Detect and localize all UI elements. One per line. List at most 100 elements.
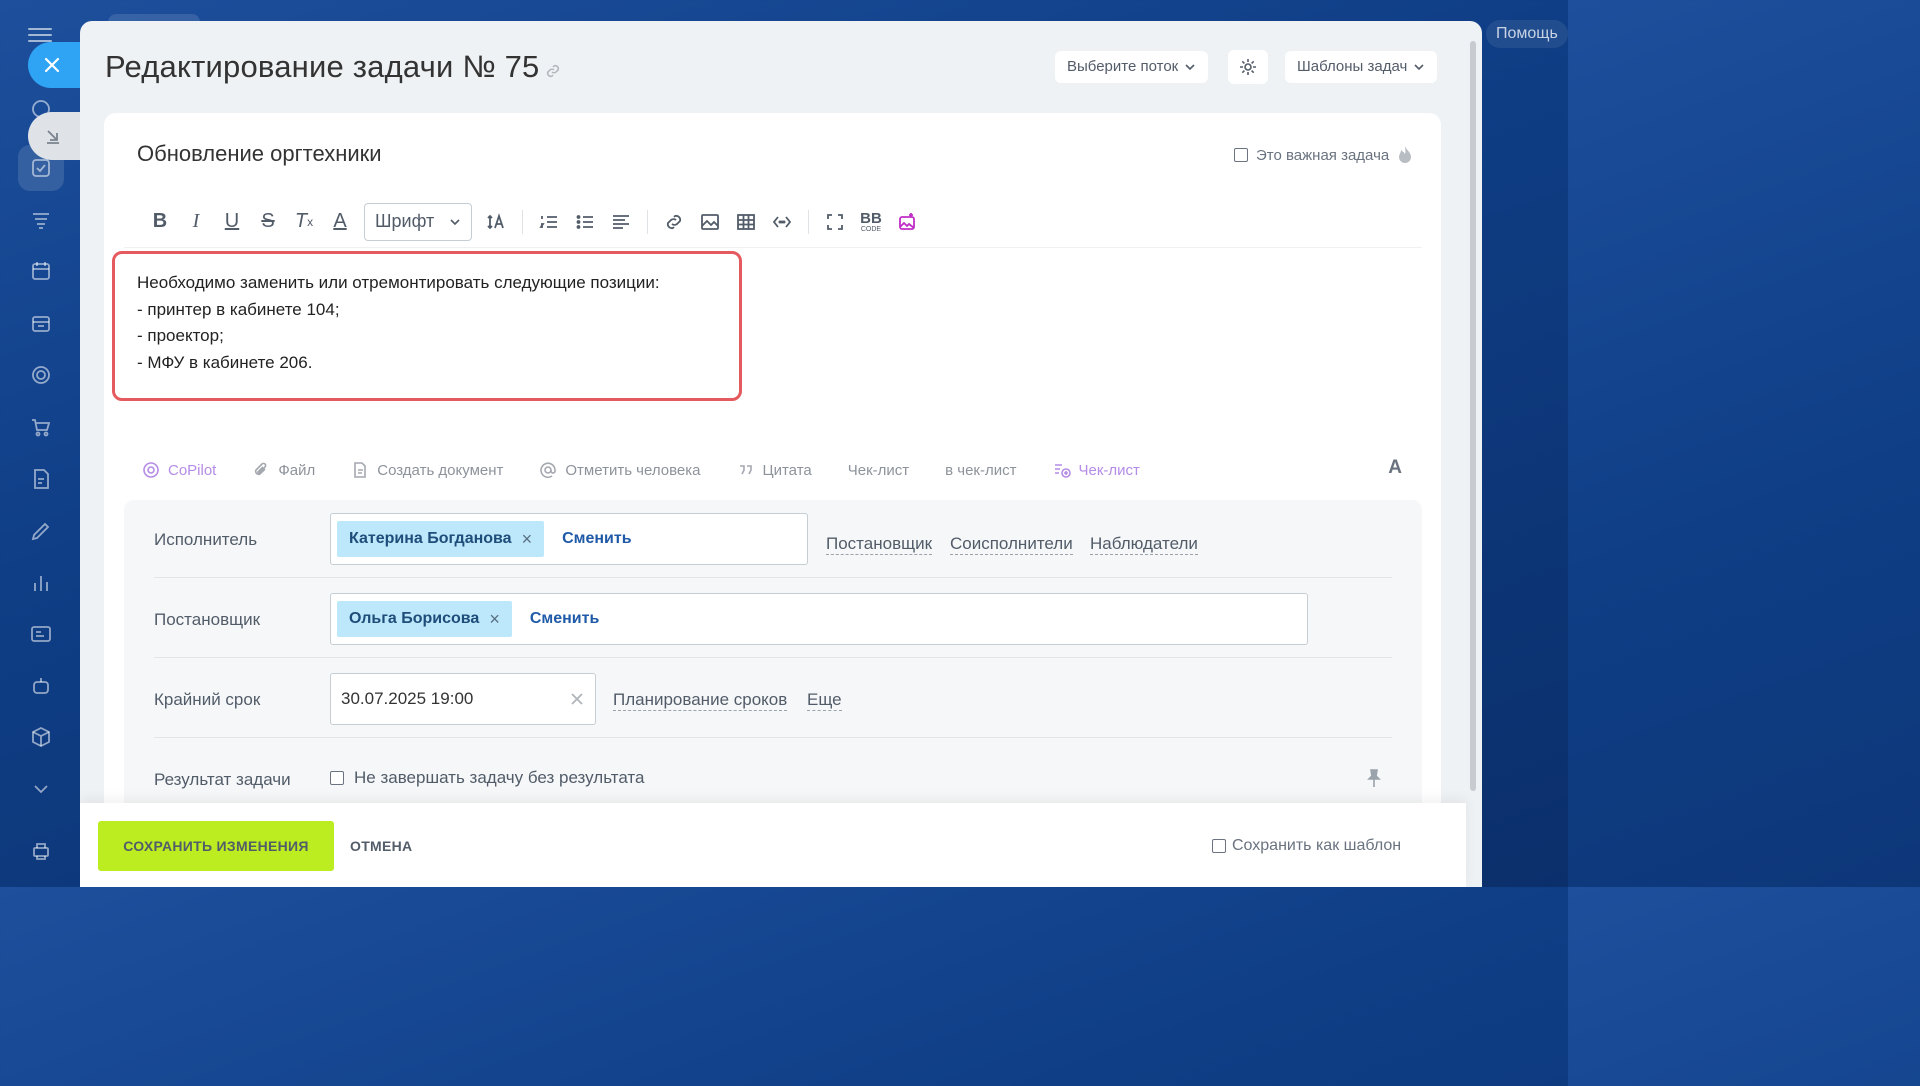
- footer-bar: СОХРАНИТЬ ИЗМЕНЕНИЯ ОТМЕНА Сохранить как…: [80, 803, 1466, 887]
- text-format-toggle[interactable]: A: [1388, 457, 1402, 479]
- chevron-down-icon: [1414, 64, 1424, 71]
- help-link[interactable]: Помощь: [1486, 20, 1568, 48]
- important-label: Это важная задача: [1256, 146, 1390, 164]
- file-label: Файл: [278, 461, 316, 479]
- change-assignee-link[interactable]: Сменить: [562, 530, 631, 548]
- quote-button[interactable]: Цитата: [737, 461, 812, 479]
- chevron-down-icon: [1185, 64, 1195, 71]
- font-size-icon[interactable]: [478, 204, 514, 240]
- font-select-label: Шрифт: [375, 211, 435, 231]
- flow-select[interactable]: Выберите поток: [1055, 51, 1209, 83]
- task-description-editor[interactable]: Необходимо заменить или отремонтировать …: [112, 251, 742, 401]
- creator-label: Постановщик: [154, 610, 261, 629]
- contact-card-icon[interactable]: [28, 621, 54, 647]
- description-line: Необходимо заменить или отремонтировать …: [137, 273, 660, 292]
- save-changes-button[interactable]: СОХРАНИТЬ ИЗМЕНЕНИЯ: [98, 821, 334, 871]
- box-icon[interactable]: [28, 724, 54, 750]
- editor-actions-bar: CoPilot Файл Создать документ Отметить ч…: [142, 455, 1402, 485]
- align-icon[interactable]: [603, 204, 639, 240]
- editor-toolbar: B I U S Tx A Шрифт BB CODE: [124, 196, 1422, 248]
- cart-icon[interactable]: [28, 414, 54, 440]
- analytics-icon[interactable]: [28, 570, 54, 596]
- italic-icon[interactable]: I: [178, 204, 214, 240]
- underline-icon[interactable]: U: [214, 204, 250, 240]
- scrollbar[interactable]: [1470, 41, 1476, 791]
- calendar-icon[interactable]: [28, 258, 54, 284]
- important-task-toggle[interactable]: Это важная задача: [1234, 145, 1413, 165]
- cancel-button[interactable]: ОТМЕНА: [350, 821, 412, 871]
- hamburger-menu-icon[interactable]: [28, 24, 52, 44]
- text-color-icon[interactable]: A: [322, 204, 358, 240]
- document-edit-icon[interactable]: [28, 466, 54, 492]
- change-creator-link[interactable]: Сменить: [530, 610, 599, 628]
- checklist-label: Чек-лист: [847, 461, 910, 479]
- add-creator-link[interactable]: Постановщик: [826, 534, 933, 555]
- pen-icon[interactable]: [28, 518, 54, 544]
- target-icon[interactable]: [28, 362, 54, 388]
- close-slider-button[interactable]: [28, 42, 88, 88]
- link-icon[interactable]: [545, 63, 561, 79]
- fullscreen-icon[interactable]: [817, 204, 853, 240]
- clear-date-icon[interactable]: [571, 693, 583, 705]
- to-checklist-label: в чек-лист: [945, 461, 1017, 479]
- attach-file-button[interactable]: Файл: [252, 461, 315, 479]
- create-document-button[interactable]: Создать документ: [351, 461, 503, 479]
- description-line: - принтер в кабинете 104;: [137, 299, 340, 319]
- require-result-checkbox[interactable]: [330, 771, 344, 785]
- strikethrough-icon[interactable]: S: [250, 204, 286, 240]
- chevron-down-icon: [450, 218, 460, 225]
- copilot-button[interactable]: CoPilot: [142, 461, 216, 479]
- creator-field[interactable]: Ольга Борисова × Сменить: [330, 593, 1308, 645]
- templates-select[interactable]: Шаблоны задач: [1285, 51, 1438, 83]
- robot-icon[interactable]: [28, 673, 54, 699]
- add-coexecutors-link[interactable]: Соисполнители: [950, 534, 1073, 555]
- image-icon[interactable]: [692, 204, 728, 240]
- mention-button[interactable]: Отметить человека: [539, 461, 701, 479]
- copilot-label: CoPilot: [168, 461, 217, 479]
- document-icon: [354, 462, 367, 478]
- result-row: Результат задачи Не завершать задачу без…: [154, 738, 1392, 808]
- link-icon[interactable]: [656, 204, 692, 240]
- feed-icon[interactable]: [28, 207, 54, 233]
- save-as-template-checkbox[interactable]: [1212, 839, 1226, 853]
- save-as-template-toggle[interactable]: Сохранить как шаблон: [1212, 837, 1401, 855]
- ai-image-icon[interactable]: [889, 204, 925, 240]
- bullet-list-icon[interactable]: [567, 204, 603, 240]
- add-checklist-button[interactable]: Чек-лист: [1053, 461, 1140, 479]
- to-checklist-button[interactable]: в чек-лист: [945, 462, 1016, 479]
- templates-select-label: Шаблоны задач: [1297, 58, 1408, 75]
- result-label: Результат задачи: [154, 770, 291, 789]
- deadline-planning-link[interactable]: Планирование сроков: [613, 690, 788, 711]
- more-options-link[interactable]: Еще: [807, 690, 842, 711]
- at-sign-icon: [540, 462, 557, 479]
- task-name-input[interactable]: Обновление оргтехники: [137, 141, 382, 167]
- remove-creator-icon[interactable]: ×: [489, 609, 500, 630]
- creator-name: Ольга Борисова: [349, 610, 480, 627]
- checklist-button[interactable]: Чек-лист: [848, 462, 909, 479]
- settings-button[interactable]: [1228, 50, 1268, 84]
- bbcode-icon[interactable]: BB CODE: [853, 204, 889, 240]
- checklist-add-icon: [1054, 464, 1071, 478]
- pin-icon[interactable]: [1366, 768, 1382, 788]
- remove-assignee-icon[interactable]: ×: [522, 529, 533, 550]
- require-result-toggle[interactable]: Не завершать задачу без результата: [330, 768, 644, 788]
- printer-icon[interactable]: [28, 838, 54, 864]
- table-icon[interactable]: [728, 204, 764, 240]
- flow-select-label: Выберите поток: [1067, 58, 1179, 75]
- important-checkbox[interactable]: [1234, 148, 1248, 162]
- toolbar-divider: [647, 209, 648, 234]
- code-icon[interactable]: [764, 204, 800, 240]
- archive-icon[interactable]: [28, 310, 54, 336]
- ordered-list-icon[interactable]: [531, 204, 567, 240]
- clear-format-icon[interactable]: Tx: [286, 204, 322, 240]
- add-observers-link[interactable]: Наблюдатели: [1090, 534, 1198, 555]
- paperclip-icon: [255, 462, 267, 476]
- create-document-label: Создать документ: [377, 461, 504, 479]
- deadline-input[interactable]: 30.07.2025 19:00: [330, 673, 596, 725]
- font-select[interactable]: Шрифт: [364, 202, 472, 241]
- bold-icon[interactable]: B: [142, 204, 178, 240]
- assignee-field[interactable]: Катерина Богданова × Сменить: [330, 513, 808, 565]
- chevron-down-icon[interactable]: [28, 776, 54, 802]
- minimize-slider-button[interactable]: [28, 112, 86, 160]
- quote-icon: [739, 465, 752, 475]
